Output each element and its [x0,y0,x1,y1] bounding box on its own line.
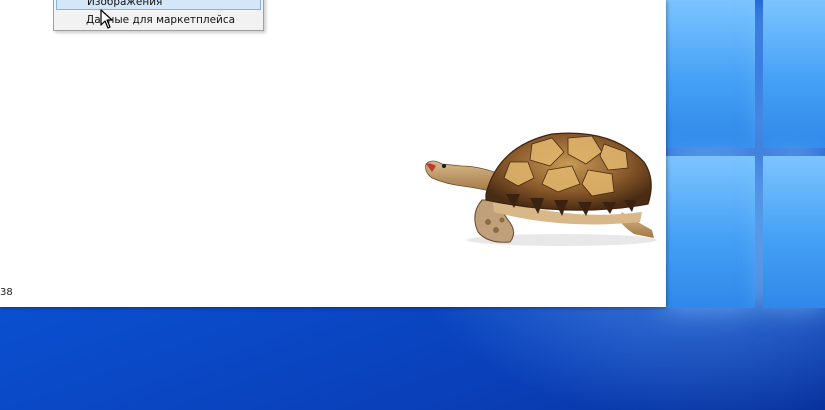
windows-logo-pane [665,156,755,308]
context-menu: Изображения Данные для маркетплейса [53,0,264,31]
mouse-cursor-icon [100,9,113,29]
windows-logo-pane [665,0,755,148]
windows-logo-pane [763,156,825,308]
status-number: 38 [0,287,13,298]
menu-item-images[interactable]: Изображения [56,0,261,10]
windows-logo-pane [763,0,825,148]
application-window: 38 [0,0,666,307]
turtle-image [425,132,657,246]
menu-item-marketplace-data[interactable]: Данные для маркетплейса [56,11,261,29]
windows-logo-icon [655,0,825,320]
